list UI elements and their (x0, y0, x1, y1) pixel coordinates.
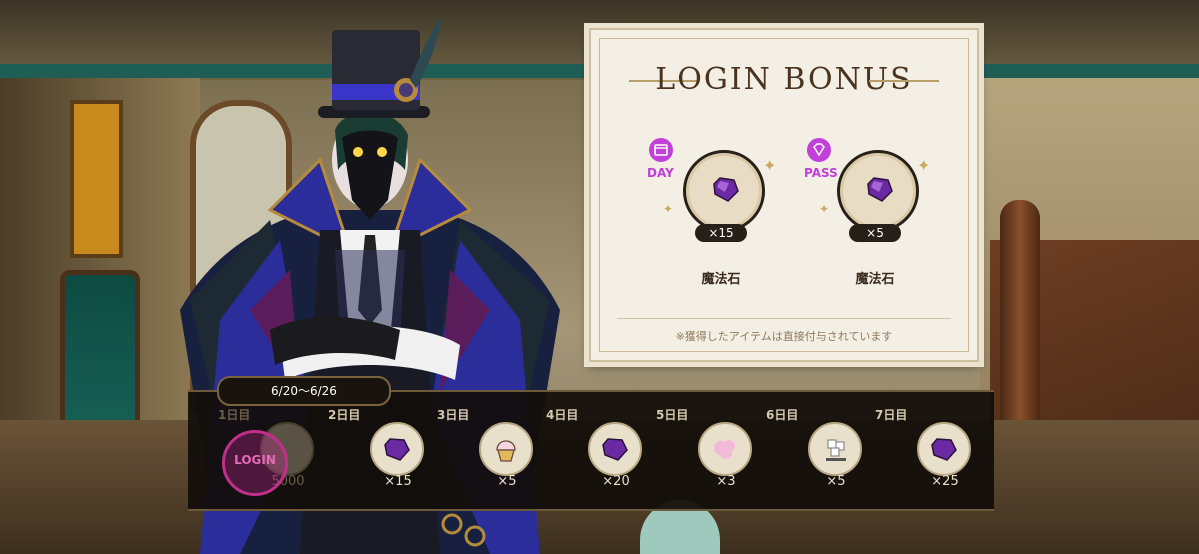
login-stamp: LOGIN (222, 430, 288, 496)
day-count: ×20 (602, 474, 630, 489)
day-count: ×15 (384, 474, 412, 489)
sparkle-icon: ✦ (917, 156, 931, 175)
day-5-reward: 5日目 ×3 (656, 396, 766, 506)
diamond-icon (807, 138, 831, 162)
day-6-reward: 6日目 ×5 (766, 396, 876, 506)
login-bonus-card: LOGIN BONUS DAY ×15 魔法石 ✦ ✦ PASS ×5 魔法石 … (589, 28, 979, 362)
magic-stone-icon (713, 177, 739, 202)
note-text: ※獲得したアイテムは直接付与されています (675, 330, 893, 343)
magic-stone-icon (867, 177, 893, 202)
pass-reward-count: ×5 (849, 224, 901, 242)
sparkle-icon: ✦ (763, 156, 777, 175)
magic-stone-icon (370, 422, 424, 476)
day-label: 4日目 (546, 408, 579, 422)
sparkle-icon: ✦ (663, 202, 674, 216)
day-label: 3日目 (437, 408, 470, 422)
day-reward-coin (683, 150, 765, 232)
day-count: ×3 (716, 474, 736, 489)
magic-stone-icon (917, 422, 971, 476)
day-label: 6日目 (766, 408, 799, 422)
pass-badge-label: PASS (804, 166, 838, 180)
cotton-candy-icon (698, 422, 752, 476)
day-3-reward: 3日目 ×5 (437, 396, 547, 506)
pass-reward-coin (837, 150, 919, 232)
day-count: ×25 (931, 474, 959, 489)
title-ornament-right (869, 80, 939, 82)
day-2-reward: 2日目 ×15 (328, 396, 438, 506)
note-divider (617, 318, 951, 319)
sugar-cubes-icon (808, 422, 862, 476)
calendar-icon (649, 138, 673, 162)
sparkle-icon: ✦ (819, 202, 830, 216)
picture-frame (70, 100, 123, 258)
stamp-text: LOGIN (234, 453, 276, 467)
magic-stone-icon (588, 422, 642, 476)
day-label: 2日目 (328, 408, 361, 422)
day-badge-label: DAY (647, 166, 674, 180)
day-count: ×5 (497, 474, 517, 489)
day-reward-count: ×15 (695, 224, 747, 242)
day-label: 5日目 (656, 408, 689, 422)
day-reward-name: 魔法石 (701, 272, 741, 287)
day-7-reward: 7日目 ×25 (875, 396, 985, 506)
day-4-reward: 4日目 ×20 (546, 396, 656, 506)
day-label: 1日目 (218, 408, 251, 422)
cupcake-icon (479, 422, 533, 476)
day-label: 7日目 (875, 408, 908, 422)
pass-reward-name: 魔法石 (855, 272, 895, 287)
day-count: ×5 (826, 474, 846, 489)
